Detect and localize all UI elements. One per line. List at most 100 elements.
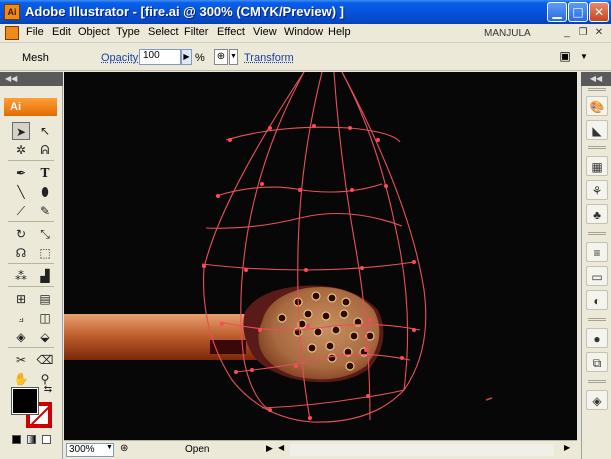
transparency-icon[interactable]: ◐ xyxy=(586,290,608,310)
color-mode-icon[interactable] xyxy=(12,435,21,444)
swatches-icon[interactable]: ▦ xyxy=(586,156,608,176)
menu-bar: File Edit Object Type Select Filter Effe… xyxy=(0,24,611,43)
warp-tool-icon[interactable]: ☊ xyxy=(12,244,30,262)
layers-icon[interactable]: ◈ xyxy=(586,390,608,410)
status-menu-icon[interactable]: ▶ xyxy=(266,443,273,454)
direct-selection-tool-icon[interactable]: ↖ xyxy=(36,122,54,140)
opacity-input[interactable]: 100 xyxy=(139,49,181,65)
zoom-dropdown-icon[interactable]: ▼ xyxy=(106,444,113,451)
menu-window[interactable]: Window xyxy=(284,26,323,38)
paintbrush-tool-icon[interactable]: ⟋ xyxy=(12,202,30,220)
column-graph-tool-icon[interactable]: ▟ xyxy=(36,267,54,285)
dock-grip[interactable] xyxy=(588,318,606,321)
document-icon[interactable] xyxy=(5,26,19,40)
control-menu-icon[interactable]: ▼ xyxy=(580,52,590,62)
dock-grip[interactable] xyxy=(588,232,606,235)
scale-tool-icon[interactable]: ⤡ xyxy=(36,225,54,243)
transform-link[interactable]: Transform xyxy=(244,52,294,64)
horizontal-scrollbar[interactable] xyxy=(290,444,554,456)
rotate-tool-icon[interactable]: ↻ xyxy=(12,225,30,243)
dock-header[interactable]: ◀◀ xyxy=(581,72,611,86)
appearance-icon[interactable]: ● xyxy=(586,328,608,348)
user-label: MANJULA xyxy=(484,28,531,39)
symbols-icon[interactable]: ⚘ xyxy=(586,180,608,200)
menu-type[interactable]: Type xyxy=(116,26,140,38)
hand-tool-icon[interactable]: ✋ xyxy=(12,370,30,388)
live-paint-bucket-tool-icon[interactable]: ◈ xyxy=(12,328,30,346)
window-title: Adobe Illustrator - [fire.ai @ 300% (CMY… xyxy=(25,4,344,19)
blend-tool-icon[interactable]: ◫ xyxy=(36,309,54,327)
align-icon[interactable]: ⊕ xyxy=(214,49,228,65)
menu-effect[interactable]: Effect xyxy=(217,26,245,38)
eyedropper-tool-icon[interactable]: ⟓ xyxy=(12,309,30,327)
artboard-canvas[interactable] xyxy=(64,72,577,440)
brushes-icon[interactable]: 🎨 xyxy=(586,96,608,116)
tools-panel: Ai ➤ ↖ ✲ ᕱ ✒ T ╲ ⬮ ⟋ ✎ ↻ ⤡ ☊ ⬚ ⁂ ▟ ⊞ ▤ ⟓… xyxy=(0,86,63,459)
document-close-icon[interactable]: ✕ xyxy=(592,26,606,40)
magic-wand-tool-icon[interactable]: ✲ xyxy=(12,141,30,159)
lasso-tool-icon[interactable]: ᕱ xyxy=(36,141,54,159)
free-transform-tool-icon[interactable]: ⬚ xyxy=(36,244,54,262)
dock-grip[interactable] xyxy=(588,380,606,383)
document-restore-icon[interactable]: ❐ xyxy=(576,26,590,40)
tools-divider xyxy=(8,160,54,161)
selection-tool-icon[interactable]: ➤ xyxy=(12,122,30,140)
gradient-tool-icon[interactable]: ▤ xyxy=(36,290,54,308)
line-tool-icon[interactable]: ╲ xyxy=(12,183,30,201)
dock-grip[interactable] xyxy=(588,88,606,91)
stroke-icon[interactable]: ≡ xyxy=(586,242,608,262)
scroll-right-icon[interactable]: ▶ xyxy=(564,443,574,457)
opacity-percent-label: % xyxy=(195,52,205,64)
ellipse-tool-icon[interactable]: ⬮ xyxy=(36,183,54,201)
document-minimize-icon[interactable]: _ xyxy=(560,26,574,40)
document-setup-icon[interactable]: ▣ xyxy=(556,49,574,65)
tools-divider xyxy=(8,221,54,222)
pencil-tool-icon[interactable]: ✎ xyxy=(36,202,54,220)
type-tool-icon[interactable]: T xyxy=(36,164,54,182)
maximize-button[interactable]: □ xyxy=(568,2,588,22)
tools-divider xyxy=(8,347,54,348)
ai-logo: Ai xyxy=(4,98,57,116)
status-text[interactable]: Open xyxy=(185,444,209,455)
tools-divider xyxy=(8,263,54,264)
align-dropdown-icon[interactable]: ▼ xyxy=(229,49,238,65)
menu-filter[interactable]: Filter xyxy=(184,26,208,38)
panel-dock: 🎨 ◣ ▦ ⚘ ♣ ≡ ▭ ◐ ● ⧉ ◈ xyxy=(581,86,611,459)
gradient-mode-icon[interactable] xyxy=(27,435,36,444)
artwork[interactable] xyxy=(64,72,577,440)
graphic-styles-icon[interactable]: ♣ xyxy=(586,204,608,224)
illustrator-window: Ai Adobe Illustrator - [fire.ai @ 300% (… xyxy=(0,0,611,459)
menu-help[interactable]: Help xyxy=(328,26,351,38)
none-mode-icon[interactable] xyxy=(42,435,51,444)
canvas-stray-mark xyxy=(485,397,493,401)
menu-file[interactable]: File xyxy=(26,26,44,38)
opacity-label[interactable]: Opacity: xyxy=(101,52,141,64)
menu-object[interactable]: Object xyxy=(78,26,110,38)
menu-view[interactable]: View xyxy=(253,26,277,38)
status-bar: 300% ▼ ⊛ Open ▶ ◀ ▶ xyxy=(64,440,577,459)
app-logo-icon: Ai xyxy=(4,4,20,20)
swap-colors-icon[interactable]: ⇆ xyxy=(42,384,54,396)
gradient-icon[interactable]: ▭ xyxy=(586,266,608,286)
eraser-tool-icon[interactable]: ⌫ xyxy=(36,351,54,369)
version-cue-icon[interactable]: ⊛ xyxy=(120,443,132,455)
opacity-stepper-icon[interactable]: ▶ xyxy=(181,49,192,65)
menu-select[interactable]: Select xyxy=(148,26,179,38)
gradient-panel-icon[interactable]: ◣ xyxy=(586,120,608,140)
dock-grip[interactable] xyxy=(588,146,606,149)
scroll-left-icon[interactable]: ◀ xyxy=(278,443,288,457)
live-paint-selection-tool-icon[interactable]: ⬙ xyxy=(36,328,54,346)
minimize-button[interactable]: ▁ xyxy=(547,2,567,22)
pen-tool-icon[interactable]: ✒ xyxy=(12,164,30,182)
fill-swatch[interactable] xyxy=(11,387,39,415)
close-button[interactable]: ✕ xyxy=(589,2,609,22)
tools-panel-header[interactable]: ◀◀ xyxy=(0,72,63,86)
color-guide-icon[interactable]: ⧉ xyxy=(586,352,608,372)
title-bar: Ai Adobe Illustrator - [fire.ai @ 300% (… xyxy=(0,0,611,24)
control-bar: Mesh Opacity: 100 ▶ % ⊕ ▼ Transform ▣ ▼ xyxy=(0,43,611,71)
current-tool-label: Mesh xyxy=(22,52,49,64)
mesh-tool-icon[interactable]: ⊞ xyxy=(12,290,30,308)
symbol-sprayer-tool-icon[interactable]: ⁂ xyxy=(12,267,30,285)
menu-edit[interactable]: Edit xyxy=(52,26,71,38)
slice-tool-icon[interactable]: ✂ xyxy=(12,351,30,369)
